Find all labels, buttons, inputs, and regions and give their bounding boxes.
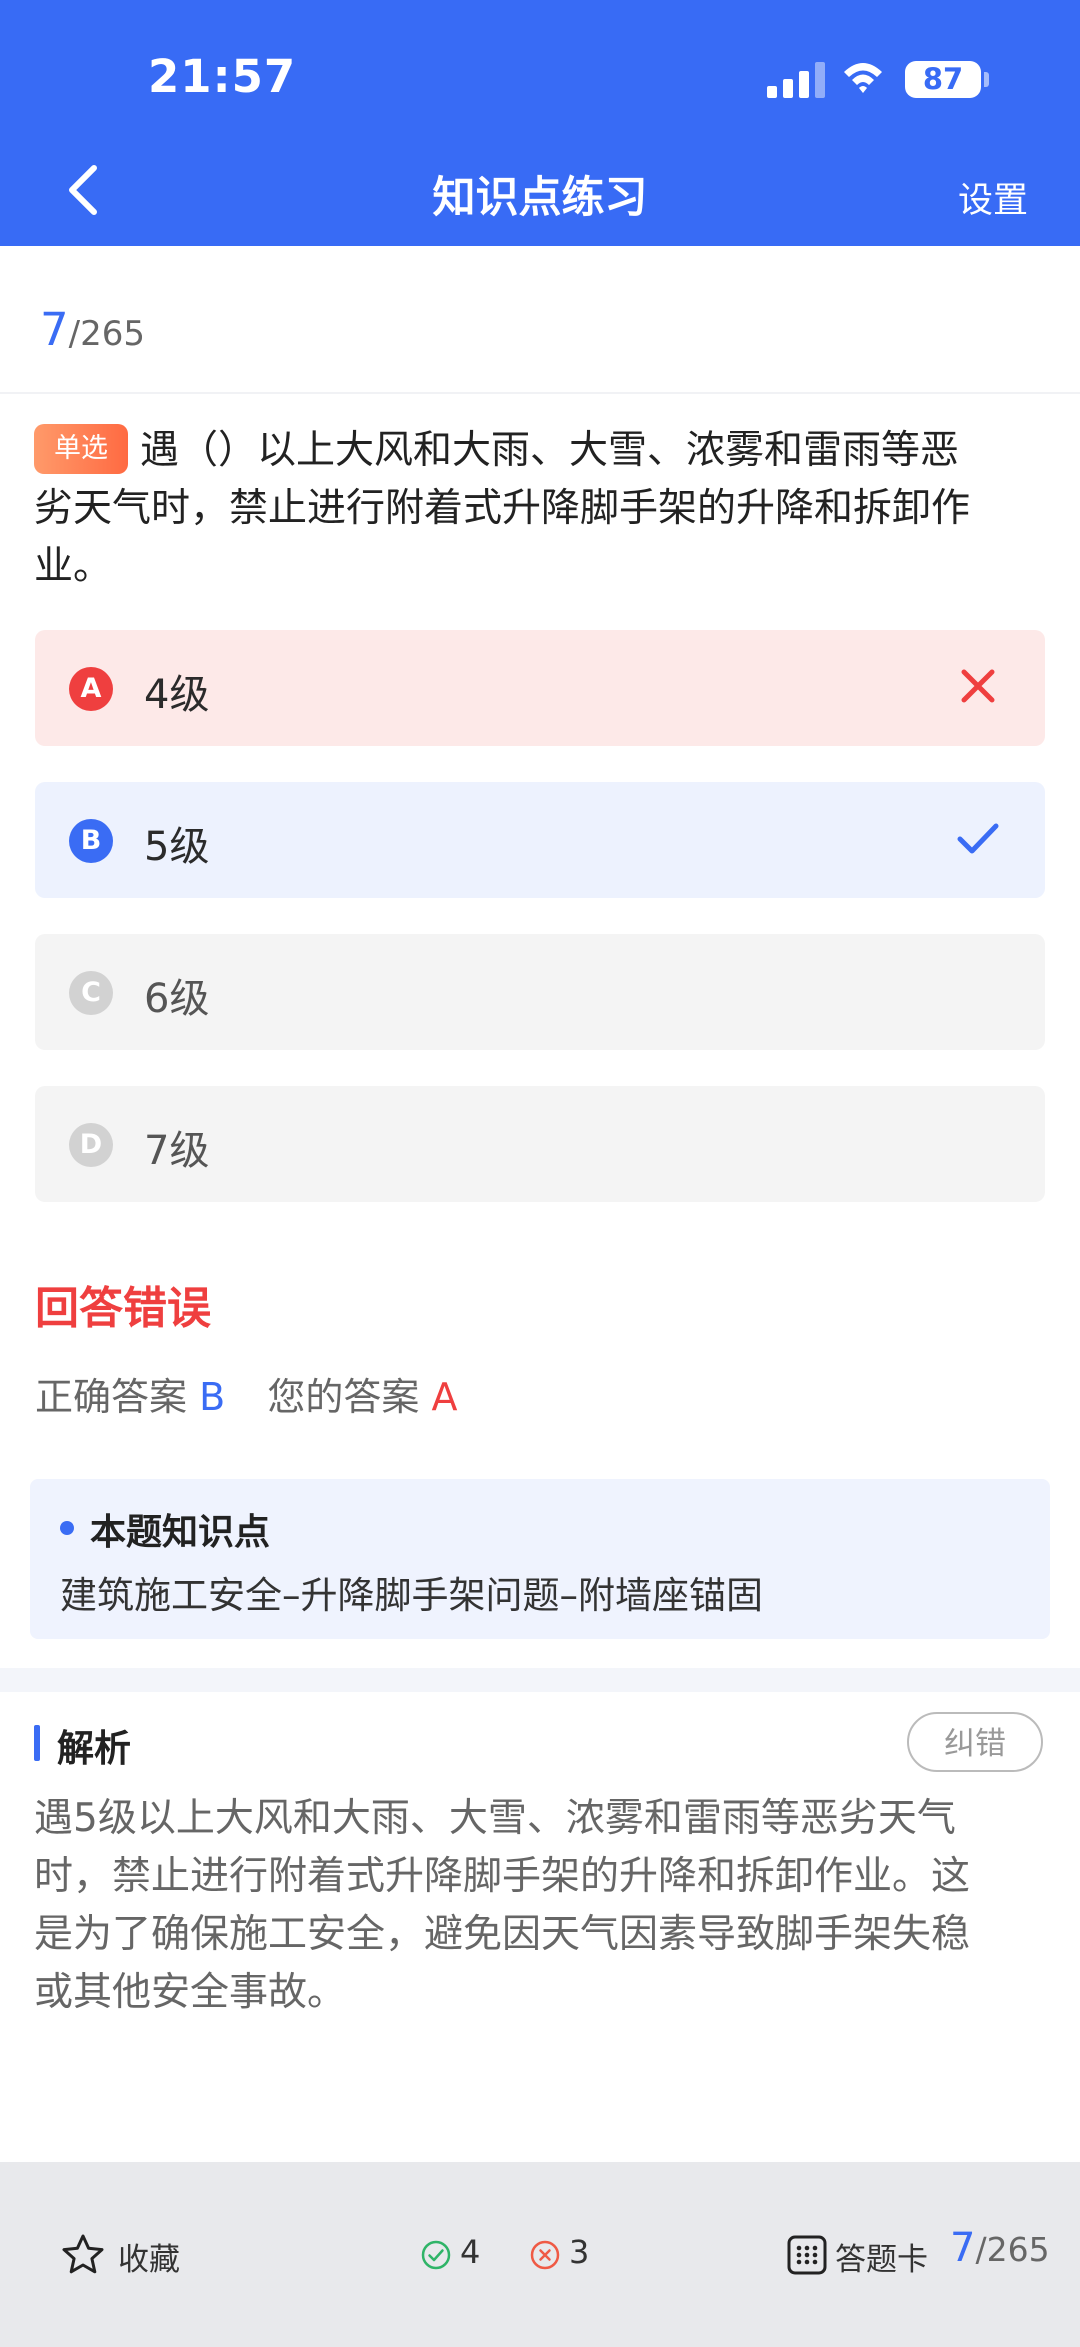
option-letter-badge: D <box>69 1123 113 1167</box>
correct-count: 4 <box>460 2233 481 2271</box>
correct-count-icon <box>421 2240 451 2270</box>
option-b[interactable]: B 5级 <box>35 782 1045 898</box>
knowledge-point-text: 建筑施工安全–升降脚手架问题–附墙座锚固 <box>60 1574 763 1617</box>
knowledge-point-card: 本题知识点 建筑施工安全–升降脚手架问题–附墙座锚固 <box>30 1479 1050 1639</box>
app-header: 21:57 87 知识点练习 设置 <box>0 0 1080 246</box>
bullet-dot <box>60 1521 74 1535</box>
report-error-button[interactable]: 纠错 <box>907 1712 1043 1772</box>
question-text-line: 业。 <box>34 544 113 589</box>
option-letter-badge: A <box>69 667 113 711</box>
question-progress: 7/265 <box>40 303 145 356</box>
battery-indicator: 87 <box>905 61 981 98</box>
your-answer-value: A <box>431 1375 458 1419</box>
correct-answer-label: 正确答案 <box>35 1375 188 1419</box>
settings-button[interactable]: 设置 <box>958 172 1028 223</box>
divider <box>0 392 1080 394</box>
option-letter-badge: C <box>69 971 113 1015</box>
footer-progress-total: /265 <box>975 2230 1050 2269</box>
option-text: 7级 <box>144 1128 210 1174</box>
analysis-text-line: 或其他安全事故。 <box>34 1970 347 2015</box>
option-a[interactable]: A 4级 <box>35 630 1045 746</box>
answer-card-button[interactable]: 答题卡 <box>835 2234 928 2279</box>
wrong-count-icon <box>530 2240 560 2270</box>
knowledge-point-title: 本题知识点 <box>90 1512 271 1553</box>
progress-total: /265 <box>68 314 145 354</box>
section-separator <box>0 1668 1080 1692</box>
status-time: 21:57 <box>148 50 297 103</box>
wrong-icon <box>961 669 995 703</box>
analysis-text-line: 时，禁止进行附着式升降脚手架的升降和拆卸作业。这 <box>34 1854 971 1899</box>
signal-icon <box>767 62 825 98</box>
wrong-count: 3 <box>569 2233 590 2271</box>
option-text: 4级 <box>144 672 210 718</box>
option-letter-badge: B <box>69 819 113 863</box>
progress-current: 7 <box>40 303 69 356</box>
wifi-icon <box>844 63 882 93</box>
correct-answer-value: B <box>199 1375 226 1419</box>
battery-tip <box>984 72 989 87</box>
option-d[interactable]: D 7级 <box>35 1086 1045 1202</box>
option-text: 6级 <box>144 976 210 1022</box>
question-text-line: 劣天气时，禁止进行附着式升降脚手架的升降和拆卸作 <box>34 486 971 531</box>
check-icon <box>957 823 999 854</box>
page-title: 知识点练习 <box>432 173 648 223</box>
question-type-tag: 单选 <box>34 424 128 474</box>
result-title: 回答错误 <box>35 1283 211 1334</box>
footer-progress: 7/265 <box>950 2225 1050 2271</box>
favorite-button[interactable]: 收藏 <box>118 2234 180 2279</box>
answer-summary: 正确答案 B 您的答案 A <box>35 1366 457 1421</box>
analysis-title: 解析 <box>57 1727 131 1770</box>
footer-progress-current: 7 <box>950 2225 976 2271</box>
analysis-text-line: 遇5级以上大风和大雨、大雪、浓雾和雷雨等恶劣天气 <box>34 1796 956 1841</box>
answer-card-icon[interactable] <box>786 2234 828 2276</box>
question-text-line: 遇（）以上大风和大雨、大雪、浓雾和雷雨等恶 <box>140 428 960 473</box>
analysis-text-line: 是为了确保施工安全，避免因天气因素导致脚手架失稳 <box>34 1912 971 1957</box>
section-accent-bar <box>34 1725 40 1761</box>
star-icon[interactable] <box>60 2232 106 2278</box>
option-text: 5级 <box>144 824 210 870</box>
your-answer-label: 您的答案 <box>267 1375 420 1419</box>
option-c[interactable]: C 6级 <box>35 934 1045 1050</box>
